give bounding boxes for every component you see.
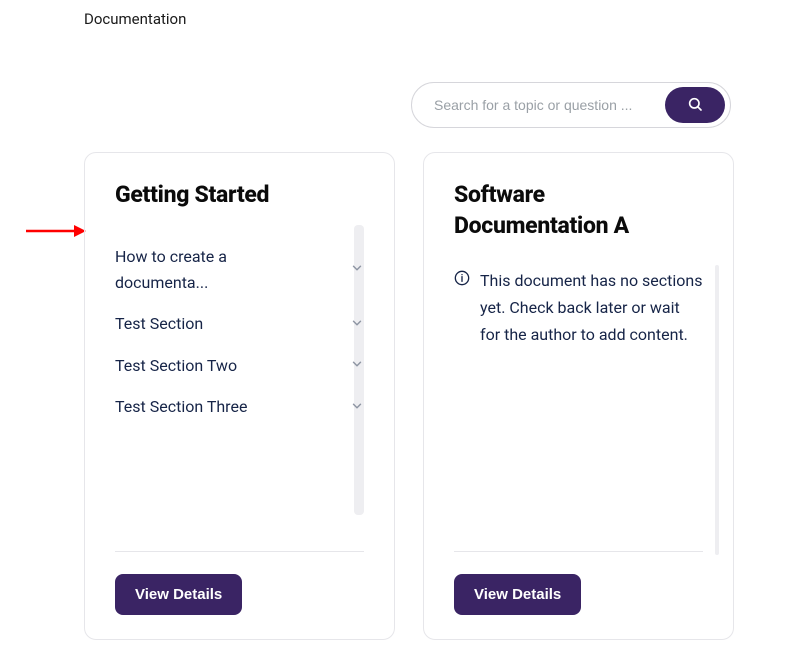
divider (454, 551, 703, 552)
section-label: Test Section Three (115, 394, 247, 420)
scroll-indicator (715, 265, 719, 555)
section-item[interactable]: Test Section (115, 303, 364, 345)
search-container (411, 82, 731, 128)
section-label: Test Section (115, 311, 203, 337)
doc-card-getting-started: Getting Started How to create a document… (84, 152, 395, 640)
info-icon (454, 270, 470, 290)
empty-state: This document has no sections yet. Check… (454, 267, 703, 349)
annotation-arrow (26, 223, 86, 242)
section-list: How to create a documenta... Test Sectio… (115, 236, 364, 428)
chevron-down-icon (350, 356, 364, 375)
search-button[interactable] (665, 87, 725, 123)
section-item[interactable]: How to create a documenta... (115, 236, 364, 303)
chevron-down-icon (350, 315, 364, 334)
view-details-button[interactable]: View Details (115, 574, 242, 615)
section-label: Test Section Two (115, 353, 237, 379)
chevron-down-icon (350, 260, 364, 279)
search-input[interactable] (434, 97, 665, 113)
divider (115, 551, 364, 552)
search-icon (687, 96, 703, 115)
view-details-button[interactable]: View Details (454, 574, 581, 615)
empty-state-text: This document has no sections yet. Check… (480, 267, 703, 349)
section-item[interactable]: Test Section Two (115, 345, 364, 387)
section-item[interactable]: Test Section Three (115, 386, 364, 428)
page-title: Documentation (84, 10, 186, 28)
card-grid: Getting Started How to create a document… (84, 152, 734, 640)
doc-card-software-a: Software Documentation A This document h… (423, 152, 734, 640)
section-label: How to create a documenta... (115, 244, 315, 295)
card-title: Getting Started (115, 179, 364, 210)
chevron-down-icon (350, 398, 364, 417)
card-title: Software Documentation A (454, 179, 703, 241)
